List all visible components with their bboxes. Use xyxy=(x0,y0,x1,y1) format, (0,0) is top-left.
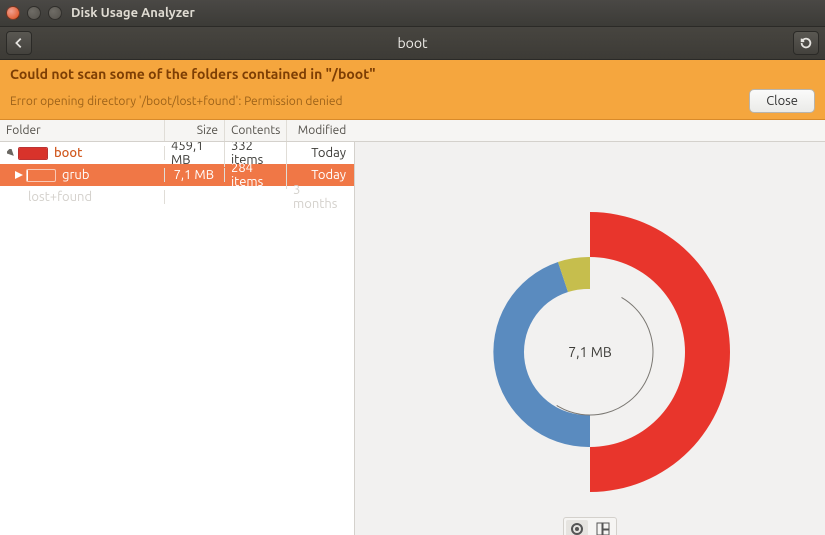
chart-center-label: 7,1 MB xyxy=(568,344,612,360)
folder-name: lost+found xyxy=(28,190,92,204)
cell-modified: Today xyxy=(287,168,352,182)
col-size[interactable]: Size xyxy=(165,120,225,141)
usage-bar xyxy=(26,169,56,182)
chart-pane: 7,1 MB xyxy=(355,142,825,535)
expander-icon[interactable] xyxy=(6,149,16,157)
chevron-left-icon xyxy=(12,36,26,50)
cell-contents: 284 items xyxy=(225,161,287,189)
treemap-icon xyxy=(596,522,610,535)
view-switcher xyxy=(563,517,617,535)
col-folder[interactable]: Folder xyxy=(0,120,165,141)
cell-size: 7,1 MB xyxy=(165,168,225,182)
warning-detail: Error opening directory '/boot/lost+foun… xyxy=(10,95,343,108)
window-minimize-button[interactable] xyxy=(27,6,41,20)
tree-row-boot[interactable]: boot 459,1 MB 332 items Today xyxy=(0,142,354,164)
col-modified[interactable]: Modified xyxy=(287,120,352,141)
refresh-icon xyxy=(799,36,813,50)
warning-close-button[interactable]: Close xyxy=(749,89,815,113)
view-treemap-button[interactable] xyxy=(592,520,614,535)
window-titlebar: Disk Usage Analyzer xyxy=(0,0,825,26)
cell-modified: 3 months xyxy=(287,183,352,211)
view-rings-button[interactable] xyxy=(566,520,588,535)
window-title: Disk Usage Analyzer xyxy=(71,6,195,20)
tree-row-lostfound[interactable]: lost+found 3 months xyxy=(0,186,354,208)
col-contents[interactable]: Contents xyxy=(225,120,287,141)
back-button[interactable] xyxy=(6,31,32,55)
sunburst-chart[interactable]: 7,1 MB xyxy=(440,202,740,502)
window-maximize-button[interactable] xyxy=(48,6,62,20)
warning-headline: Could not scan some of the folders conta… xyxy=(0,60,825,87)
folder-tree: boot 459,1 MB 332 items Today grub 7,1 M… xyxy=(0,142,355,535)
cell-size: 459,1 MB xyxy=(165,142,225,167)
path-title: boot xyxy=(32,35,793,51)
usage-bar xyxy=(18,147,48,160)
column-headers: Folder Size Contents Modified xyxy=(0,120,825,142)
cell-modified: Today xyxy=(287,146,352,160)
header-toolbar: boot xyxy=(0,26,825,60)
folder-name: grub xyxy=(62,168,89,182)
window-close-button[interactable] xyxy=(6,6,20,20)
expander-icon[interactable] xyxy=(14,171,24,179)
rings-icon xyxy=(570,522,584,535)
refresh-button[interactable] xyxy=(793,31,819,55)
folder-name: boot xyxy=(54,146,82,160)
warning-banner: Could not scan some of the folders conta… xyxy=(0,60,825,120)
